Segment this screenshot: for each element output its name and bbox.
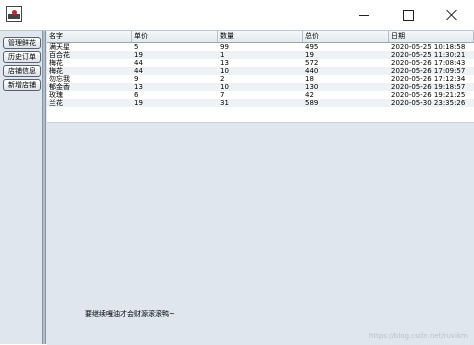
sidebar: 管理鲜花 历史订单 店铺信息 新增店铺 (0, 31, 43, 344)
cell-total: 18 (305, 75, 314, 83)
title-bar (0, 0, 474, 30)
cell-date: 2020-05-26 17:12:34 (391, 75, 466, 83)
sidebar-item-shop-info[interactable]: 店铺信息 (3, 65, 41, 77)
sidebar-item-add-shop[interactable]: 新增店铺 (3, 79, 41, 91)
cell-date: 2020-05-25 10:18:58 (391, 43, 466, 51)
cell-date: 2020-05-30 23:35:26 (391, 99, 466, 107)
cell-quantity: 7 (220, 91, 225, 99)
table-row[interactable]: 郁金香 13 10 130 2020-05-26 19:18:57 (47, 83, 474, 91)
maximize-icon (402, 9, 414, 21)
cell-date: 2020-05-26 17:09:57 (391, 67, 466, 75)
cell-name: 梅花 (49, 67, 63, 75)
cell-unit-price: 5 (134, 43, 139, 51)
cell-name: 满天星 (49, 43, 70, 51)
cell-unit-price: 44 (134, 59, 143, 67)
cell-total: 495 (305, 43, 319, 51)
orders-table: 名字 单价 数量 总价 日期 满天星 5 99 495 2020-05-25 10:18… (47, 31, 474, 122)
cell-total: 440 (305, 67, 319, 75)
close-button[interactable] (430, 0, 474, 30)
cell-date: 2020-05-26 17:08:43 (391, 59, 466, 67)
info-panel: 要继续嘎油才会财源滚滚鸭~ https://blog.csdn.net/ruvi… (47, 122, 474, 345)
table-header: 名字 单价 数量 总价 日期 (47, 31, 474, 43)
maximize-button[interactable] (386, 0, 430, 30)
window-body: 管理鲜花 历史订单 店铺信息 新增店铺 名字 单价 数量 总价 日期 满天星 5 9… (0, 30, 474, 345)
cell-quantity: 99 (220, 43, 229, 51)
cell-date: 2020-05-26 19:21:25 (391, 91, 466, 99)
cell-quantity: 31 (220, 99, 229, 107)
close-icon (446, 9, 458, 21)
table-row[interactable]: 百合花 19 1 19 2020-05-25 11:30:21 (47, 51, 474, 59)
cell-total: 130 (305, 83, 319, 91)
column-header-unit-price[interactable]: 单价 (132, 31, 218, 42)
table-row[interactable]: 满天星 5 99 495 2020-05-25 10:18:58 (47, 43, 474, 51)
cell-unit-price: 44 (134, 67, 143, 75)
table-body: 满天星 5 99 495 2020-05-25 10:18:58 百合花 19 1 19 2020… (47, 43, 474, 107)
column-header-date[interactable]: 日期 (389, 31, 474, 42)
cell-name: 玫瑰 (49, 91, 63, 99)
cell-quantity: 1 (220, 51, 225, 59)
cell-unit-price: 13 (134, 83, 143, 91)
cell-name: 百合花 (49, 51, 70, 59)
cell-total: 572 (305, 59, 319, 67)
cell-unit-price: 19 (134, 99, 143, 107)
split-pane-divider[interactable] (42, 31, 46, 344)
cell-name: 郁金香 (49, 83, 70, 91)
cell-quantity: 13 (220, 59, 229, 67)
column-header-quantity[interactable]: 数量 (218, 31, 303, 42)
table-row[interactable]: 兰花 19 31 589 2020-05-30 23:35:26 (47, 99, 474, 107)
watermark-text: https://blog.csdn.net/ruvikm (368, 332, 468, 340)
cell-quantity: 10 (220, 67, 229, 75)
cell-unit-price: 9 (134, 75, 139, 83)
cell-unit-price: 19 (134, 51, 143, 59)
table-row[interactable]: 勿忘我 9 2 18 2020-05-26 17:12:34 (47, 75, 474, 83)
motto-text: 要继续嘎油才会财源滚滚鸭~ (85, 310, 175, 318)
app-window-icon (6, 6, 22, 22)
minimize-button[interactable] (342, 0, 386, 30)
cell-date: 2020-05-26 19:18:57 (391, 83, 466, 91)
minimize-icon (359, 14, 369, 16)
table-row[interactable]: 玫瑰 6 7 42 2020-05-26 19:21:25 (47, 91, 474, 99)
sidebar-item-manage-flowers[interactable]: 管理鲜花 (3, 37, 41, 49)
cell-total: 19 (305, 51, 314, 59)
cell-unit-price: 6 (134, 91, 139, 99)
cell-name: 勿忘我 (49, 75, 70, 83)
table-row[interactable]: 梅花 44 13 572 2020-05-26 17:08:43 (47, 59, 474, 67)
cell-name: 兰花 (49, 99, 63, 107)
cell-total: 589 (305, 99, 319, 107)
cell-quantity: 2 (220, 75, 225, 83)
column-header-name[interactable]: 名字 (47, 31, 132, 42)
cell-name: 梅花 (49, 59, 63, 67)
column-header-total[interactable]: 总价 (303, 31, 389, 42)
sidebar-item-order-history[interactable]: 历史订单 (3, 51, 41, 63)
cell-quantity: 10 (220, 83, 229, 91)
cell-date: 2020-05-25 11:30:21 (391, 51, 466, 59)
table-row[interactable]: 梅花 44 10 440 2020-05-26 17:09:57 (47, 67, 474, 75)
cell-total: 42 (305, 91, 314, 99)
